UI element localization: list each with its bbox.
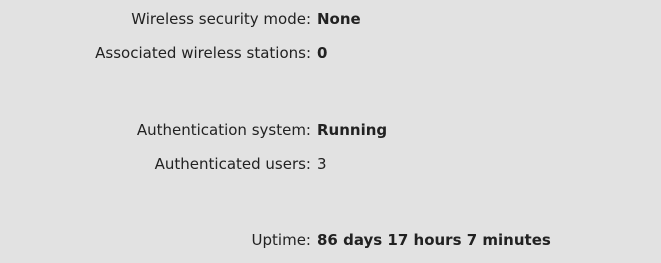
authenticated-users-value: 3 — [317, 155, 327, 173]
status-panel: Wireless security mode: None Associated … — [0, 0, 661, 263]
uptime-value: 86 days 17 hours 7 minutes — [317, 231, 551, 249]
associated-wireless-stations-row: Associated wireless stations: 0 — [0, 42, 661, 64]
authentication-system-row: Authentication system: Running — [0, 119, 661, 141]
authentication-system-value: Running — [317, 121, 388, 139]
associated-wireless-stations-value: 0 — [317, 44, 328, 62]
associated-wireless-stations-label: Associated wireless stations: — [95, 44, 311, 62]
wireless-security-mode-row: Wireless security mode: None — [0, 8, 661, 30]
wireless-security-mode-value: None — [317, 10, 361, 28]
authentication-system-label: Authentication system: — [136, 121, 311, 139]
uptime-label: Uptime: — [251, 231, 311, 249]
authenticated-users-row: Authenticated users: 3 — [0, 153, 661, 175]
uptime-row: Uptime: 86 days 17 hours 7 minutes — [0, 229, 661, 251]
authenticated-users-label: Authenticated users: — [154, 155, 311, 173]
wireless-security-mode-label: Wireless security mode: — [131, 10, 311, 28]
